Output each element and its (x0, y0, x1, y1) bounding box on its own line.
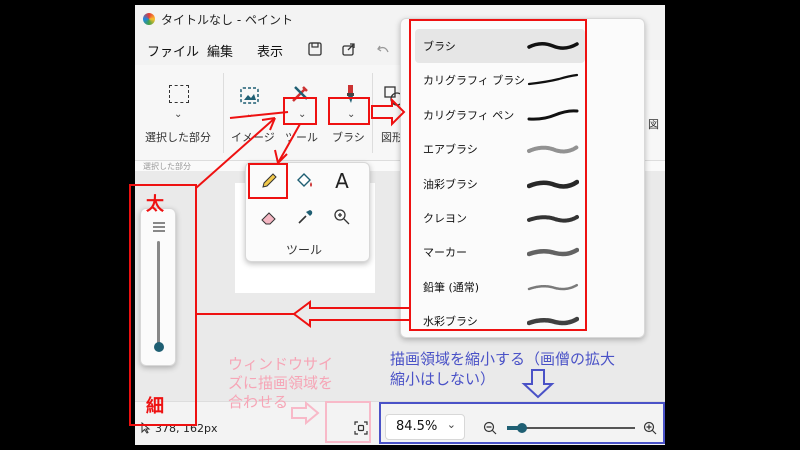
brush-chevron-icon[interactable]: ⌄ (347, 109, 355, 120)
tools-popup: A ツール (245, 162, 370, 262)
size-slider-thumb[interactable] (154, 342, 164, 352)
brush-item-label: 鉛筆 (通常) (423, 280, 480, 294)
brush-item-label: クレヨン (423, 212, 467, 225)
watercolor-stroke-icon (527, 316, 579, 326)
fit-to-window-icon[interactable] (353, 420, 369, 436)
brush-size-popup (140, 208, 176, 366)
selection-label: 選択した部分 (145, 131, 211, 144)
zoom-value: 84.5% (396, 419, 438, 434)
window-title: タイトルなし - ペイント (161, 13, 293, 27)
brush-item-label: 油彩ブラシ (423, 177, 478, 191)
eraser-tool[interactable] (255, 203, 283, 231)
brush-item-label: エアブラシ (423, 143, 478, 157)
menu-edit[interactable]: 編集 (207, 41, 233, 60)
crayon-stroke-icon (527, 215, 579, 223)
magnifier-tool[interactable] (328, 203, 356, 231)
tools-icon[interactable] (289, 83, 311, 105)
pencil-stroke-icon (527, 283, 579, 291)
eyedropper-icon (298, 210, 313, 224)
brush-item-label: 水彩ブラシ (423, 315, 478, 329)
zoom-in-icon[interactable] (643, 421, 657, 435)
chevron-down-icon: ⌄ (446, 418, 456, 431)
brushes-popup: ブラシカリグラフィ ブラシ カリグラフィ ペン エアブラシ油彩ブラシクレヨンマーカー… (400, 18, 645, 338)
brush-item-label: カリグラフィ ブラシ (423, 74, 526, 88)
brush-item-label: マーカー (423, 246, 467, 260)
status-bar: 378, 162px 84.5% ⌄ (135, 401, 665, 445)
brush-item-oil[interactable]: 油彩ブラシ (415, 167, 585, 201)
image-label: イメージ (231, 131, 275, 144)
tools-popup-title: ツール (286, 243, 323, 257)
image-chevron-icon[interactable]: ⌄ (246, 109, 254, 120)
zoom-dropdown[interactable]: 84.5% ⌄ (385, 414, 465, 440)
brush-icon[interactable] (339, 83, 361, 105)
undo-icon[interactable] (375, 41, 391, 57)
zoom-note-line: 縮小はしない） (390, 370, 496, 388)
save-icon[interactable] (307, 41, 323, 57)
ribbon-separator (223, 73, 224, 153)
zoom-note-line: 描画領域を縮小する（画僧の拡大 (390, 350, 616, 368)
brush-item-brush[interactable]: ブラシ (415, 29, 585, 63)
zoom-slider[interactable] (507, 422, 635, 434)
brush-label: ブラシ (332, 131, 365, 144)
brush-item-label: ブラシ (423, 40, 456, 53)
magnifier-icon (334, 209, 350, 225)
tools-chevron-icon[interactable]: ⌄ (298, 109, 306, 120)
brush-item-marker[interactable]: マーカー (415, 235, 585, 269)
brush-item-pencil[interactable]: 鉛筆 (通常) (415, 270, 585, 304)
zoom-note: 描画領域を縮小する（画僧の拡大 縮小はしない） (390, 349, 615, 389)
selection-rect-icon (169, 85, 189, 103)
fit-window-note: ウィンドウサイ ズに描画領域を 合わせる (228, 355, 333, 412)
fill-bucket-icon (297, 173, 312, 187)
size-slider-track[interactable] (157, 241, 160, 349)
chevron-down-icon: ⌄ (174, 109, 183, 120)
brush-item-calligraphy-pen[interactable]: カリグラフィ ペン (415, 98, 585, 132)
selection-group[interactable]: ⌄ (169, 85, 189, 120)
fill-tool[interactable] (291, 167, 319, 195)
text-tool[interactable]: A (328, 167, 356, 195)
brush-item-airbrush[interactable]: エアブラシ (415, 132, 585, 166)
cursor-position: 378, 162px (155, 422, 218, 435)
brush-stroke-icon (527, 42, 579, 50)
calligraphy-brush-stroke-icon (527, 74, 579, 86)
fit-window-note-line: ウィンドウサイ (228, 355, 334, 373)
zoom-slider-thumb[interactable] (517, 423, 527, 433)
color-picker-tool[interactable] (291, 203, 319, 231)
brush-item-watercolor[interactable]: 水彩ブラシ (415, 304, 585, 338)
fit-window-note-line: ズに描画領域を (228, 374, 334, 392)
marker-stroke-icon (527, 248, 579, 257)
cursor-icon (141, 422, 151, 434)
thickness-icon (153, 222, 165, 232)
cut-label: 図 (648, 118, 659, 131)
tools-label: ツール (285, 131, 318, 144)
zoom-out-icon[interactable] (483, 421, 497, 435)
brush-item-crayon[interactable]: クレヨン (415, 201, 585, 235)
pencil-tool[interactable] (255, 167, 283, 195)
eraser-icon (261, 212, 276, 225)
pencil-icon (262, 173, 277, 188)
menu-file[interactable]: ファイル (147, 41, 199, 60)
share-icon[interactable] (341, 41, 357, 57)
calligraphy-pen-stroke-icon (527, 109, 579, 121)
image-icon[interactable] (239, 85, 261, 107)
fit-window-note-line: 合わせる (228, 393, 289, 411)
airbrush-stroke-icon (527, 145, 579, 154)
brush-item-calligraphy-brush[interactable]: カリグラフィ ブラシ (415, 63, 585, 97)
oil-stroke-icon (527, 179, 579, 189)
ribbon-separator (372, 73, 373, 153)
thick-label: 太 (146, 194, 164, 215)
ribbon-right-edge: 図 (645, 60, 665, 160)
paint-app-icon (143, 13, 155, 25)
brush-item-label: カリグラフィ ペン (423, 108, 515, 122)
menu-view[interactable]: 表示 (257, 41, 283, 60)
thin-label: 細 (146, 396, 164, 417)
